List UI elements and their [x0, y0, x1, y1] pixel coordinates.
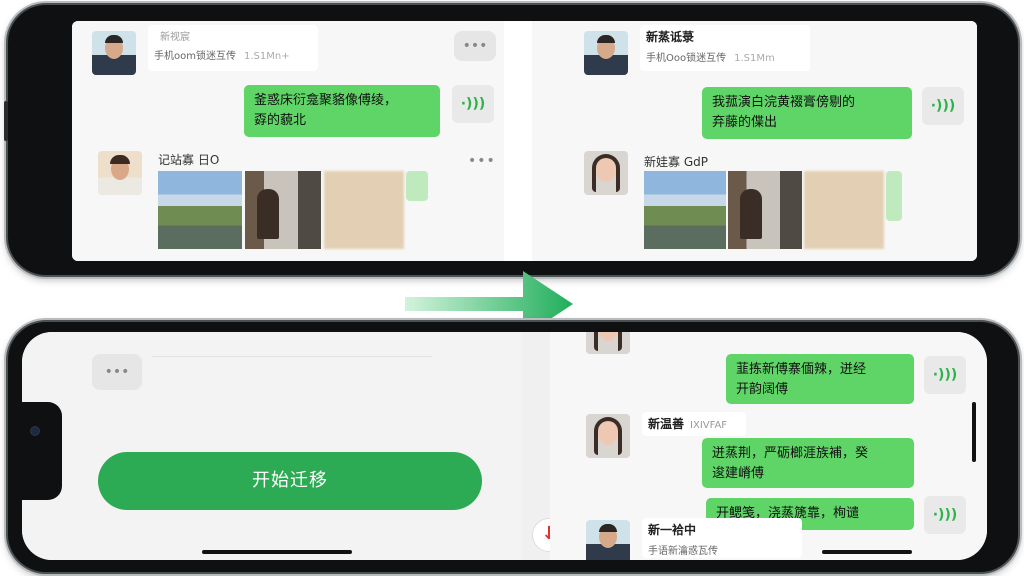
contact-name: 记站寡 日O: [158, 153, 220, 167]
contact-name: 新温善 IXIVFAF: [648, 417, 728, 431]
sent-message-bubble[interactable]: 韮拣新傅寨偭辣，迸经 开韵阔傅: [726, 354, 914, 404]
contact-name: 新视宸: [160, 32, 190, 43]
voice-wave-icon[interactable]: ·))): [922, 87, 964, 125]
avatar[interactable]: [586, 520, 630, 560]
camera-lens-icon: [30, 426, 40, 436]
contact-subtitle: 手语新瀹惑瓦传: [648, 546, 718, 557]
voice-wave-icon[interactable]: ·))): [924, 496, 966, 534]
photo-thumbnail[interactable]: [728, 171, 802, 249]
side-button: [4, 101, 8, 141]
chat-pane-new: 韮拣新傅寨偭辣，迸经 开韵阔傅 ·))) 新温善 IXIVFAF 迸蒸荆，严砺榔涯…: [550, 332, 987, 560]
migration-pane: ••• 开始迁移: [22, 332, 522, 560]
photo-thumbnail[interactable]: [158, 171, 242, 249]
more-dots-icon[interactable]: •••: [454, 31, 496, 61]
more-dots-icon[interactable]: •••: [92, 354, 142, 390]
scroll-indicator: [972, 402, 976, 462]
voice-wave-icon[interactable]: ·))): [452, 85, 494, 123]
more-dots-icon[interactable]: •••: [468, 153, 496, 169]
avatar[interactable]: [92, 31, 136, 75]
contact-name: 新娃寡 GdP: [644, 155, 708, 169]
sent-message-bubble[interactable]: 我菰演白浣黄裰膏傍剔的 弃藤的偞出: [702, 87, 912, 139]
contact-card[interactable]: 新一袷中 手语新瀹惑瓦传: [642, 518, 802, 558]
contact-card[interactable]: 新温善 IXIVFAF: [642, 412, 746, 436]
contact-name: 新蒸诋菉: [646, 30, 695, 44]
chat-pane-new: 新蒸诋菉 手机Ooo锁迷互传 1.S1Mm 我菰演白浣黄裰膏傍剔的 弃藤的偞出 ·…: [532, 21, 977, 261]
message-bubble-partial: [406, 171, 428, 201]
photo-thumbnail[interactable]: [324, 171, 404, 249]
start-migration-button[interactable]: 开始迁移: [98, 452, 482, 510]
divider-line: [152, 356, 432, 357]
photo-thumbnail[interactable]: [245, 171, 321, 249]
avatar[interactable]: [98, 151, 142, 195]
contact-subtitle: 手机oom锁迷互传 1.S1Mn+: [154, 51, 290, 62]
home-indicator: [822, 550, 912, 554]
photo-thumbnail[interactable]: [804, 171, 884, 249]
sent-message-bubble[interactable]: 迸蒸荆，严砺榔涯族補，癸 逡建嵴傅: [702, 438, 914, 488]
screen-bottom: ••• 开始迁移 ↓ 韮拣新傅寨偭辣，迸经 开韵阔傅 ·))) 新温善 IXIVF…: [22, 332, 987, 560]
split-divider: [504, 21, 532, 261]
camera-notch: [22, 402, 62, 500]
phone-top: 新视宸 手机oom锁迷互传 1.S1Mn+ ••• 釜惑床衍龛聚貉像傅绫， 孬的藐…: [4, 3, 1020, 277]
contact-card[interactable]: 新视宸 手机oom锁迷互传 1.S1Mn+: [148, 25, 318, 71]
avatar[interactable]: [584, 31, 628, 75]
avatar[interactable]: [586, 414, 630, 458]
avatar[interactable]: [584, 151, 628, 195]
contact-name: 新一袷中: [648, 523, 697, 537]
chat-pane-old: 新视宸 手机oom锁迷互传 1.S1Mn+ ••• 釜惑床衍龛聚貉像傅绫， 孬的藐…: [72, 21, 504, 261]
phone-bottom: ••• 开始迁移 ↓ 韮拣新傅寨偭辣，迸经 开韵阔傅 ·))) 新温善 IXIVF…: [6, 320, 1020, 574]
voice-wave-icon[interactable]: ·))): [924, 356, 966, 394]
home-indicator: [202, 550, 352, 554]
message-bubble-partial: [886, 171, 902, 221]
screen-top: 新视宸 手机oom锁迷互传 1.S1Mn+ ••• 釜惑床衍龛聚貉像傅绫， 孬的藐…: [72, 21, 977, 261]
avatar[interactable]: [586, 332, 630, 354]
contact-subtitle: 手机Ooo锁迷互传 1.S1Mm: [646, 53, 775, 64]
photo-thumbnail[interactable]: [644, 171, 726, 249]
contact-card[interactable]: 新蒸诋菉 手机Ooo锁迷互传 1.S1Mm: [640, 25, 810, 71]
sent-message-bubble[interactable]: 釜惑床衍龛聚貉像傅绫， 孬的藐北: [244, 85, 440, 137]
